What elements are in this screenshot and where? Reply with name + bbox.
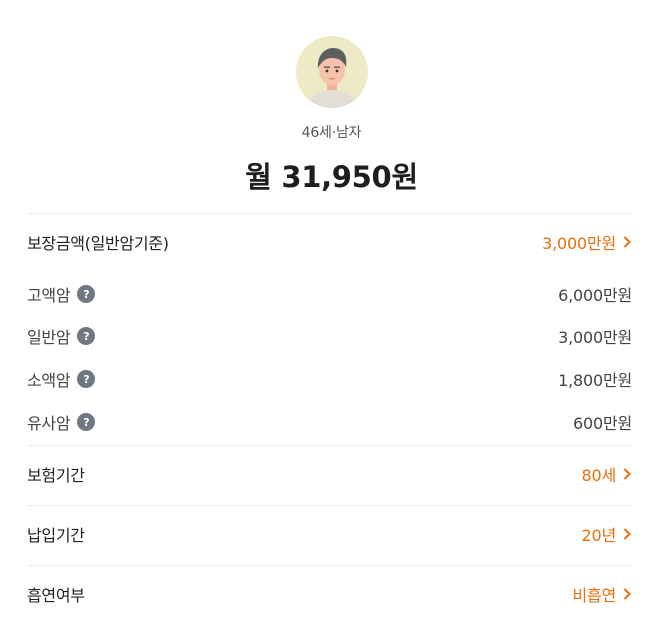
divider [27,505,632,506]
insurance-period-label: 보험기간 [27,466,85,485]
cancer-item-label: 고액암 [27,286,71,305]
cancer-item-value: 1,800만원 [558,371,632,390]
insurance-period-value[interactable]: 80세 [582,462,632,486]
profile-header: 46세·남자 월 31,950원 [0,36,663,196]
smoking-status-label: 흡연여부 [27,586,85,605]
chevron-right-icon [623,588,631,600]
chevron-right-icon [623,468,631,480]
age-gender-text: 46세·남자 [301,125,362,141]
cancer-item-row: 고액암? 6,000만원 [27,279,632,309]
help-icon[interactable]: ? [77,370,96,388]
divider [27,445,632,446]
cancer-item-value: 6,000만원 [558,286,632,305]
smoking-status-row[interactable]: 흡연여부 비흡연 [27,579,632,609]
coverage-amount-row[interactable]: 보장금액(일반암기준) 3,000만원 [27,227,632,257]
help-icon[interactable]: ? [77,413,96,431]
payment-period-label: 납입기간 [27,526,85,545]
divider [27,213,632,214]
coverage-amount-value[interactable]: 3,000만원 [542,230,632,254]
payment-period-value[interactable]: 20년 [582,522,632,546]
help-icon[interactable]: ? [77,327,96,345]
coverage-amount-label: 보장금액(일반암기준) [27,234,169,253]
cancer-item-row: 일반암? 3,000만원 [27,321,632,351]
coverage-amount-text: 3,000만원 [542,234,616,253]
divider [27,565,632,566]
payment-period-text: 20년 [581,526,617,545]
chevron-right-icon [623,528,631,540]
cancer-item-value: 3,000만원 [558,328,632,347]
cancer-item-label: 소액암 [27,371,71,390]
smoking-status-value[interactable]: 비흡연 [572,582,632,606]
cancer-item-value: 600만원 [573,414,632,433]
cancer-item-row: 유사암? 600만원 [27,407,632,437]
payment-period-row[interactable]: 납입기간 20년 [27,519,632,549]
smoking-status-text: 비흡연 [572,586,616,605]
cancer-item-row: 소액암? 1,800만원 [27,364,632,394]
insurance-period-text: 80세 [581,466,617,485]
monthly-premium: 월 31,950원 [245,160,418,194]
cancer-item-label: 유사암 [27,414,71,433]
cancer-item-label: 일반암 [27,328,71,347]
male-avatar-icon [295,36,368,108]
help-icon[interactable]: ? [77,285,96,303]
insurance-period-row[interactable]: 보험기간 80세 [27,459,632,489]
chevron-right-icon [623,236,631,248]
